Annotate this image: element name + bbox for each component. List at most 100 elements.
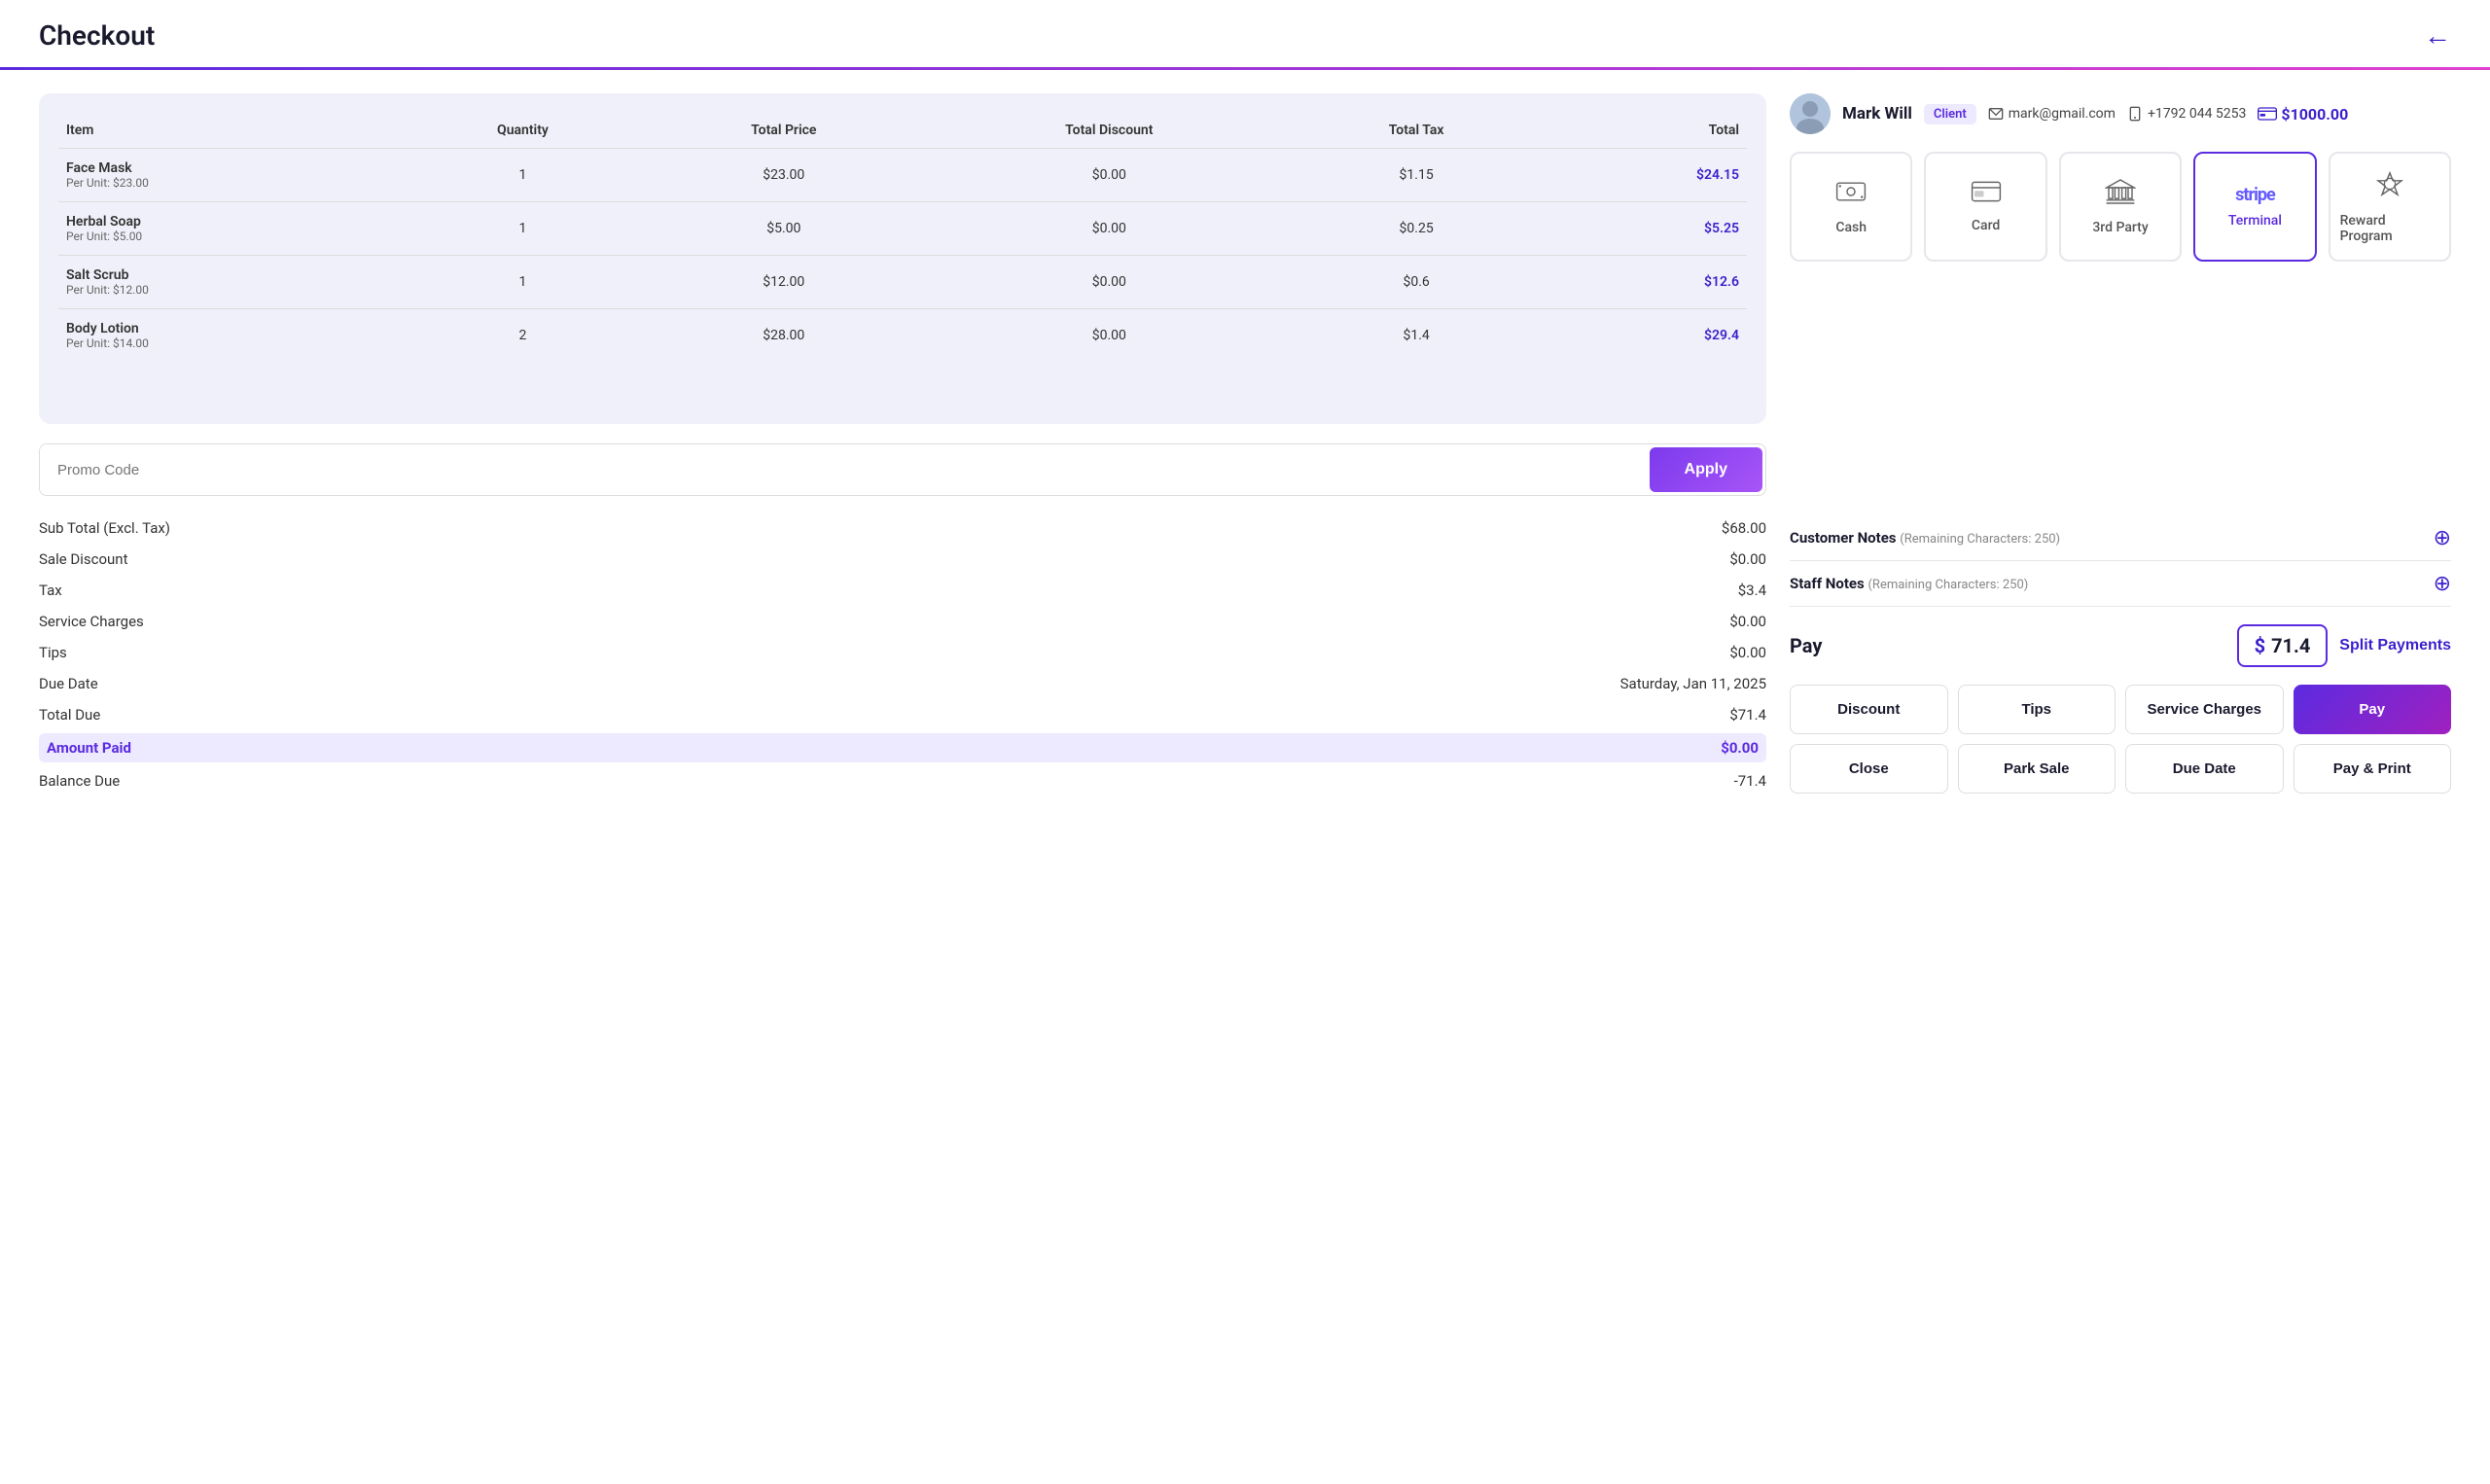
service-charges-button[interactable]: Service Charges	[2125, 685, 2284, 734]
summary-due-date: Due Date Saturday, Jan 11, 2025	[39, 671, 1766, 696]
pay-print-button[interactable]: Pay & Print	[2294, 744, 2452, 794]
table-row: Body Lotion Per Unit: $14.00 2 $28.00 $0…	[58, 309, 1747, 363]
item-total-discount: $0.00	[927, 256, 1292, 309]
item-total-discount: $0.00	[927, 309, 1292, 363]
payment-method-3rdparty[interactable]: 3rd Party	[2059, 152, 2182, 262]
summary-service-charges: Service Charges $0.00	[39, 609, 1766, 634]
sale-discount-value: $0.00	[1729, 550, 1766, 568]
payment-method-cash[interactable]: Cash	[1790, 152, 1912, 262]
item-total-tax: $1.4	[1292, 309, 1542, 363]
payment-method-terminal[interactable]: stripe Terminal	[2193, 152, 2316, 262]
sub-total-label: Sub Total (Excl. Tax)	[39, 519, 170, 537]
avatar	[1790, 93, 1831, 134]
item-name: Body Lotion	[66, 321, 397, 336]
payment-method-reward[interactable]: Reward Program	[2329, 152, 2451, 262]
item-cell: Body Lotion Per Unit: $14.00	[58, 309, 405, 363]
service-charges-value: $0.00	[1729, 613, 1766, 630]
tips-button[interactable]: Tips	[1958, 685, 2116, 734]
add-customer-note-button[interactable]: ⊕	[2434, 525, 2451, 550]
pay-amount-value: 71.4	[2271, 634, 2310, 657]
customer-notes-row: Customer Notes (Remaining Characters: 25…	[1790, 525, 2451, 561]
total-due-label: Total Due	[39, 706, 100, 724]
payment-methods: Cash Card	[1790, 152, 2451, 262]
item-total-price: $5.00	[641, 202, 927, 256]
promo-input[interactable]	[40, 444, 1647, 495]
right-panel: Mark Will Client mark@gmail.com +1792 04…	[1790, 93, 2451, 794]
item-total-discount: $0.00	[927, 202, 1292, 256]
col-total-price: Total Price	[641, 113, 927, 149]
item-name: Salt Scrub	[66, 267, 397, 283]
tips-label: Tips	[39, 644, 67, 661]
items-table: Item Quantity Total Price Total Discount…	[58, 113, 1747, 362]
tips-value: $0.00	[1729, 644, 1766, 661]
item-name: Face Mask	[66, 160, 397, 176]
col-item: Item	[58, 113, 405, 149]
staff-notes-row: Staff Notes (Remaining Characters: 250) …	[1790, 571, 2451, 607]
apply-button[interactable]: Apply	[1650, 447, 1762, 492]
customer-info: Mark Will Client mark@gmail.com +1792 04…	[1790, 93, 2451, 134]
park-sale-button[interactable]: Park Sale	[1958, 744, 2116, 794]
sub-total-value: $68.00	[1722, 519, 1766, 537]
item-total-price: $12.00	[641, 256, 927, 309]
item-total: $29.4	[1541, 309, 1747, 363]
promo-row: Apply	[39, 443, 1766, 496]
item-quantity: 1	[405, 149, 641, 202]
reward-label: Reward Program	[2340, 213, 2439, 244]
sale-discount-label: Sale Discount	[39, 550, 128, 568]
col-total: Total	[1541, 113, 1747, 149]
staff-notes-label: Staff Notes (Remaining Characters: 250)	[1790, 575, 2028, 592]
item-total-discount: $0.00	[927, 149, 1292, 202]
cash-label: Cash	[1835, 220, 1867, 235]
customer-notes-sub: (Remaining Characters: 250)	[1900, 532, 2060, 547]
due-date-label: Due Date	[39, 675, 98, 692]
page-title: Checkout	[39, 19, 155, 52]
table-row: Salt Scrub Per Unit: $12.00 1 $12.00 $0.…	[58, 256, 1747, 309]
split-payments-button[interactable]: Split Payments	[2339, 637, 2451, 654]
item-unit: Per Unit: $14.00	[66, 336, 397, 350]
summary-tax: Tax $3.4	[39, 578, 1766, 603]
balance-due-label: Balance Due	[39, 772, 120, 790]
pay-label: Pay	[1790, 634, 2225, 657]
item-unit: Per Unit: $12.00	[66, 283, 397, 297]
card-label: Card	[1972, 218, 2000, 233]
item-name: Herbal Soap	[66, 214, 397, 230]
tax-label: Tax	[39, 582, 62, 599]
customer-balance: $1000.00	[2258, 105, 2348, 124]
col-total-discount: Total Discount	[927, 113, 1292, 149]
total-due-value: $71.4	[1729, 706, 1766, 724]
notes-section: Customer Notes (Remaining Characters: 25…	[1790, 525, 2451, 607]
3rdparty-label: 3rd Party	[2092, 220, 2148, 235]
table-row: Herbal Soap Per Unit: $5.00 1 $5.00 $0.0…	[58, 202, 1747, 256]
payment-method-card[interactable]: Card	[1924, 152, 2046, 262]
cash-icon	[1835, 178, 1867, 212]
item-cell: Salt Scrub Per Unit: $12.00	[58, 256, 405, 309]
close-button[interactable]: Close	[1790, 744, 1948, 794]
item-unit: Per Unit: $5.00	[66, 230, 397, 243]
item-total-price: $28.00	[641, 309, 927, 363]
pay-dollar-sign: $	[2255, 634, 2265, 657]
item-quantity: 2	[405, 309, 641, 363]
discount-button[interactable]: Discount	[1790, 685, 1948, 734]
pay-button[interactable]: Pay	[2294, 685, 2452, 734]
customer-email: mark@gmail.com	[1988, 106, 2116, 122]
pay-row: Pay $ 71.4 Split Payments	[1790, 624, 2451, 667]
customer-phone: +1792 044 5253	[2127, 106, 2246, 122]
pay-amount-display: $ 71.4	[2237, 624, 2329, 667]
due-date-value: Saturday, Jan 11, 2025	[1620, 675, 1766, 692]
stripe-logo: stripe	[2235, 185, 2275, 205]
summary-sub-total: Sub Total (Excl. Tax) $68.00	[39, 515, 1766, 541]
customer-name: Mark Will	[1842, 104, 1912, 124]
item-total: $5.25	[1541, 202, 1747, 256]
app-container: Checkout ← Item Quantity Total Price Tot…	[0, 0, 2490, 1484]
reward-icon	[2374, 169, 2405, 205]
balance-due-value: -71.4	[1734, 772, 1766, 790]
item-total-tax: $0.6	[1292, 256, 1542, 309]
col-total-tax: Total Tax	[1292, 113, 1542, 149]
left-panel: Item Quantity Total Price Total Discount…	[39, 93, 1766, 794]
item-cell: Face Mask Per Unit: $23.00	[58, 149, 405, 202]
main-content: Item Quantity Total Price Total Discount…	[0, 70, 2490, 817]
back-button[interactable]: ←	[2424, 20, 2451, 52]
due-date-button[interactable]: Due Date	[2125, 744, 2284, 794]
items-table-container: Item Quantity Total Price Total Discount…	[39, 93, 1766, 424]
add-staff-note-button[interactable]: ⊕	[2434, 571, 2451, 596]
